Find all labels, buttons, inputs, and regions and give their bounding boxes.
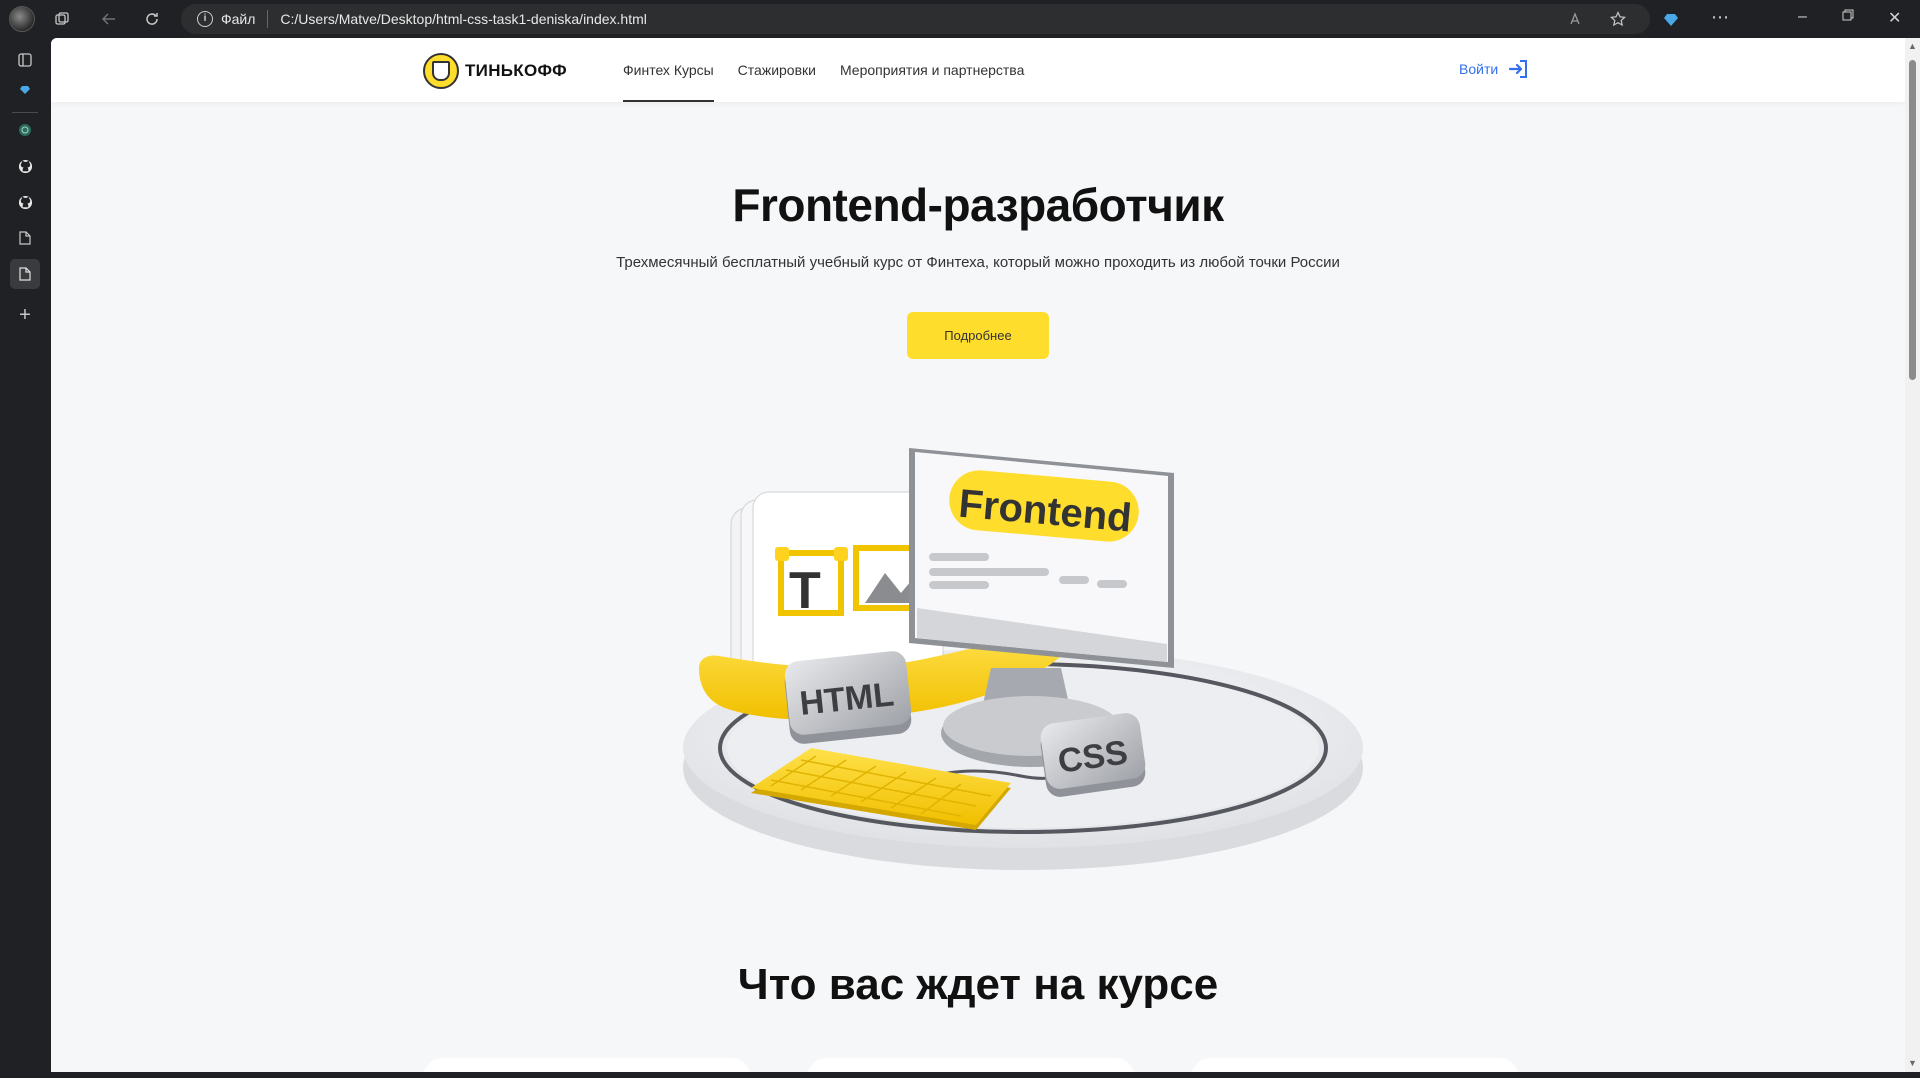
course-card (1191, 1058, 1519, 1072)
site-header: ТИНЬКОФФ Финтех Курсы Стажировки Меропри… (51, 38, 1905, 102)
github-tab-2-icon[interactable] (10, 187, 40, 217)
extension-gem-icon[interactable] (1659, 7, 1683, 31)
scroll-up-icon[interactable]: ▲ (1908, 41, 1917, 51)
more-menu-icon[interactable]: ⋯ (1708, 5, 1732, 29)
course-card (807, 1058, 1135, 1072)
sidebar-divider (12, 112, 38, 113)
text-tool-glyph: T (789, 562, 821, 620)
file-tab-active-icon[interactable] (10, 259, 40, 289)
browser-titlebar: i Файл C:/Users/Matve/Desktop/html-css-t… (0, 0, 1920, 38)
read-aloud-icon[interactable] (1565, 7, 1589, 31)
site-logo[interactable]: ТИНЬКОФФ (423, 53, 567, 89)
file-tab-icon[interactable] (10, 223, 40, 253)
scroll-thumb[interactable] (1909, 60, 1916, 380)
close-window-icon[interactable]: ✕ (1888, 8, 1901, 28)
hero-title: Frontend-разработчик (732, 179, 1224, 231)
profile-avatar[interactable] (9, 6, 35, 32)
main-nav: Финтех Курсы Стажировки Мероприятия и па… (623, 38, 1048, 102)
nav-item-events[interactable]: Мероприятия и партнерства (840, 38, 1024, 102)
logo-text: ТИНЬКОФФ (465, 61, 567, 80)
frontend-illustration: T HTML Frontend CSS (683, 448, 1363, 870)
address-url[interactable]: C:/Users/Matve/Desktop/html-css-task1-de… (280, 11, 646, 27)
address-bar[interactable]: i Файл C:/Users/Matve/Desktop/html-css-t… (181, 4, 1650, 34)
nav-item-fintech-courses[interactable]: Финтех Курсы (623, 38, 714, 102)
workspaces-icon[interactable] (50, 7, 74, 31)
favorite-star-icon[interactable] (1606, 7, 1630, 31)
login-link[interactable]: Войти (1459, 58, 1530, 80)
more-details-button[interactable]: Подробнее (907, 312, 1049, 359)
page-scrollbar[interactable]: ▲ ▼ (1905, 38, 1920, 1072)
course-card (423, 1058, 751, 1072)
restore-icon[interactable] (1842, 8, 1854, 26)
extension-gem-tab-icon[interactable] (10, 74, 40, 104)
tinkoff-emblem-icon (423, 53, 459, 89)
tab-actions-icon[interactable] (10, 45, 40, 75)
login-arrow-icon (1509, 60, 1528, 78)
login-label: Войти (1459, 61, 1499, 77)
site-info-icon[interactable]: i (197, 11, 213, 27)
html-key-icon: HTML (784, 651, 912, 744)
address-scheme: Файл (221, 11, 256, 27)
back-icon[interactable] (97, 7, 121, 31)
page-viewport: ТИНЬКОФФ Финтех Курсы Стажировки Меропри… (51, 38, 1905, 1072)
section-title: Что вас ждет на курсе (737, 960, 1219, 1009)
address-divider (267, 10, 269, 28)
chatgpt-tab-icon[interactable] (10, 115, 40, 145)
refresh-icon[interactable] (140, 7, 164, 31)
browser-sidebar: + (0, 38, 50, 1078)
nav-item-internships[interactable]: Стажировки (738, 38, 816, 102)
github-tab-icon[interactable] (10, 151, 40, 181)
new-tab-plus-icon[interactable]: + (10, 300, 40, 330)
scroll-down-icon[interactable]: ▼ (1908, 1058, 1917, 1068)
hero-subtitle: Трехмесячный бесплатный учебный курс от … (616, 254, 1340, 271)
css-key-icon: CSS (1040, 713, 1146, 797)
minimize-icon[interactable]: – (1798, 8, 1807, 26)
